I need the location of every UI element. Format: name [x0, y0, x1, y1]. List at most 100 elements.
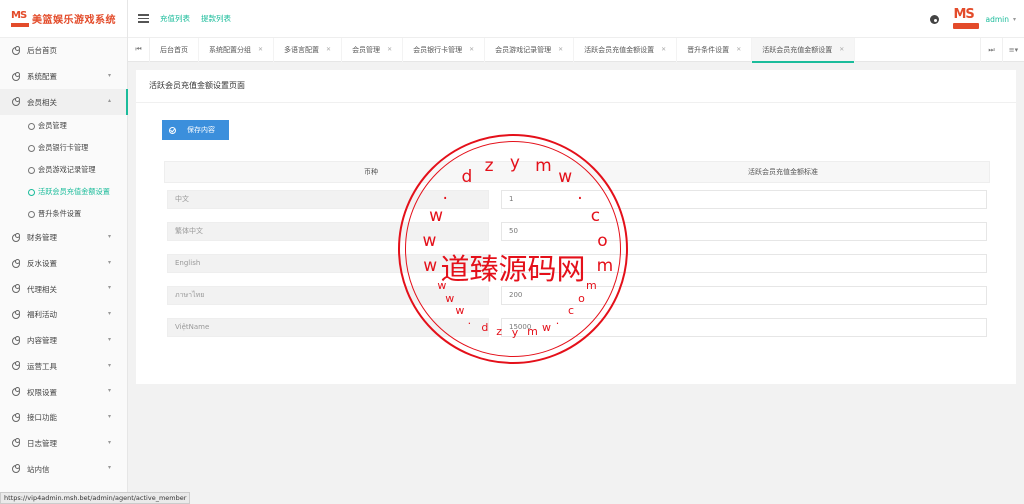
table-row: 中文 1: [164, 183, 990, 215]
currency-field: 繁体中文: [167, 221, 489, 241]
tab-bar: ⏮ 后台首页 系统配置分组 ✕ 多语言配置 ✕ 会员管理 ✕ 会员银行卡管理 ✕ 会员游…: [128, 37, 1024, 63]
nav-node-icon: [12, 361, 20, 371]
sidebar-subitem-promotion[interactable]: 晋升条件设置: [0, 203, 127, 225]
sidebar-subitem-game-records[interactable]: 会员游戏记录管理: [0, 159, 127, 181]
sidebar-subitem-label: 会员游戏记录管理: [38, 165, 96, 175]
nav-node-icon: [28, 166, 35, 174]
tab-member-manage[interactable]: 会员管理 ✕: [342, 37, 404, 62]
sidebar: MS 美篮娱乐游戏系统 后台首页 系统配置 ▾ 会员相关 ▴ 会员管理 会员银行…: [0, 0, 128, 504]
tab-system-config-group[interactable]: 系统配置分组 ✕: [199, 37, 275, 62]
sidebar-subitem-member-manage[interactable]: 会员管理: [0, 115, 127, 137]
chevron-down-icon: ▾: [107, 438, 111, 446]
recharge-list-link[interactable]: 充值列表: [160, 13, 190, 24]
sidebar-item-logs[interactable]: 日志管理 ▾: [0, 431, 127, 457]
tab-active-recharge-current[interactable]: 活跃会员充值金额设置 ✕: [752, 37, 856, 63]
nav-node-icon: [12, 232, 20, 242]
sidebar-item-label: 福利活动: [27, 310, 57, 320]
theme-palette-icon[interactable]: [930, 14, 940, 24]
nav-node-icon: [12, 387, 20, 397]
sidebar-subitem-active-recharge[interactable]: 活跃会员充值金额设置: [0, 181, 127, 203]
tab-scroll-right-icon[interactable]: ⏭: [980, 38, 1002, 62]
chevron-down-icon: ▾: [107, 284, 111, 292]
tab-active-recharge[interactable]: 活跃会员充值金额设置 ✕: [574, 37, 678, 62]
currency-field: English: [167, 253, 489, 273]
ms-logo-icon: MS: [11, 10, 29, 27]
save-button-label: 保存内容: [187, 127, 215, 134]
threshold-input[interactable]: [501, 253, 987, 273]
sidebar-item-members[interactable]: 会员相关 ▴: [0, 89, 128, 116]
sidebar-item-agent[interactable]: 代理相关 ▾: [0, 276, 127, 302]
sidebar-item-messages[interactable]: 站内信 ▾: [0, 456, 127, 482]
close-icon[interactable]: ✕: [736, 46, 741, 53]
nav-node-icon: [12, 71, 20, 81]
divider: [136, 102, 1016, 103]
brand-logo[interactable]: MS 美篮娱乐游戏系统: [0, 0, 127, 38]
close-icon[interactable]: ✕: [839, 46, 844, 53]
close-icon[interactable]: ✕: [387, 46, 392, 53]
table-row: 繁体中文 50: [164, 215, 990, 247]
chevron-down-icon: ▾: [107, 310, 111, 318]
chevron-down-icon: ▾: [107, 258, 111, 266]
currency-field: ภาษาไทย: [167, 285, 489, 305]
withdraw-list-link[interactable]: 提款列表: [201, 13, 231, 24]
brand-title: 美篮娱乐游戏系统: [32, 15, 116, 26]
chevron-down-icon: ▾: [107, 71, 111, 79]
tab-game-records[interactable]: 会员游戏记录管理 ✕: [485, 37, 575, 62]
sidebar-nav: 后台首页 系统配置 ▾ 会员相关 ▴ 会员管理 会员银行卡管理 会员游戏记录管理…: [0, 38, 128, 482]
chevron-down-icon: ▾: [107, 335, 111, 343]
sidebar-item-rebate[interactable]: 反水设置 ▾: [0, 251, 127, 277]
close-icon[interactable]: ✕: [326, 46, 331, 53]
close-icon[interactable]: ✕: [558, 46, 563, 53]
menu-toggle-icon[interactable]: [138, 12, 149, 25]
tab-bank-card[interactable]: 会员银行卡管理 ✕: [403, 37, 486, 62]
close-icon[interactable]: ✕: [469, 46, 474, 53]
page-title: 活跃会员充值金额设置页面: [149, 81, 245, 90]
sidebar-subitem-label: 会员管理: [38, 121, 67, 131]
sidebar-item-label: 系统配置: [27, 72, 57, 82]
sidebar-item-label: 反水设置: [27, 259, 57, 269]
tab-home[interactable]: 后台首页: [150, 37, 199, 62]
tab-language-config[interactable]: 多语言配置 ✕: [274, 37, 343, 62]
sidebar-item-system-config[interactable]: 系统配置 ▾: [0, 64, 127, 90]
status-url: https://vip4admin.msh.bet/admin/agent/ac…: [0, 492, 191, 504]
column-header-threshold: 活跃会员充值金额标准: [748, 168, 818, 176]
sidebar-item-ops-tools[interactable]: 运营工具 ▾: [0, 354, 127, 380]
column-header-currency: 币种: [364, 168, 378, 176]
sidebar-item-welfare[interactable]: 福利活动 ▾: [0, 302, 127, 328]
sidebar-item-label: 后台首页: [27, 46, 57, 56]
threshold-input[interactable]: 50: [501, 221, 987, 241]
sidebar-item-home[interactable]: 后台首页: [0, 38, 127, 64]
tab-scroll-left-icon[interactable]: ⏮: [128, 37, 150, 62]
table-row: English: [164, 247, 990, 279]
nav-node-icon: [12, 309, 20, 319]
sidebar-item-label: 日志管理: [27, 438, 57, 448]
threshold-input[interactable]: 15000: [501, 317, 987, 337]
sidebar-item-api[interactable]: 接口功能 ▾: [0, 405, 127, 431]
sidebar-item-finance[interactable]: 财务管理 ▾: [0, 225, 127, 251]
sidebar-item-label: 会员相关: [27, 97, 57, 107]
user-menu[interactable]: admin: [985, 15, 1009, 24]
close-icon[interactable]: ✕: [661, 46, 666, 53]
nav-node-icon: [28, 210, 35, 218]
sidebar-subitem-bank-card[interactable]: 会员银行卡管理: [0, 137, 127, 159]
avatar[interactable]: MS: [953, 8, 980, 30]
threshold-input[interactable]: 1: [501, 189, 987, 209]
threshold-input[interactable]: 200: [501, 285, 987, 305]
top-header: 充值列表 提款列表 MS admin ▾: [128, 0, 1024, 38]
tab-menu-icon[interactable]: ≡▾: [1002, 38, 1024, 62]
nav-node-icon: [12, 97, 20, 107]
nav-node-icon: [12, 45, 20, 55]
tab-promotion[interactable]: 晋升条件设置 ✕: [677, 37, 753, 62]
nav-node-icon: [28, 188, 35, 196]
save-button[interactable]: 保存内容: [162, 120, 229, 140]
sidebar-item-content[interactable]: 内容管理 ▾: [0, 328, 127, 354]
close-icon[interactable]: ✕: [258, 46, 263, 53]
chevron-down-icon: ▾: [107, 464, 111, 472]
sidebar-subitem-label: 会员银行卡管理: [38, 143, 89, 153]
settings-table: 币种 活跃会员充值金额标准 中文 1 繁体中文 50 English ภาษาไ…: [164, 161, 990, 343]
check-circle-icon: [169, 126, 176, 134]
sidebar-item-permissions[interactable]: 权限设置 ▾: [0, 379, 127, 405]
sidebar-subitem-label: 晋升条件设置: [38, 209, 82, 219]
chevron-down-icon: ▾: [107, 412, 111, 420]
caret-down-icon[interactable]: ▾: [1013, 16, 1016, 23]
